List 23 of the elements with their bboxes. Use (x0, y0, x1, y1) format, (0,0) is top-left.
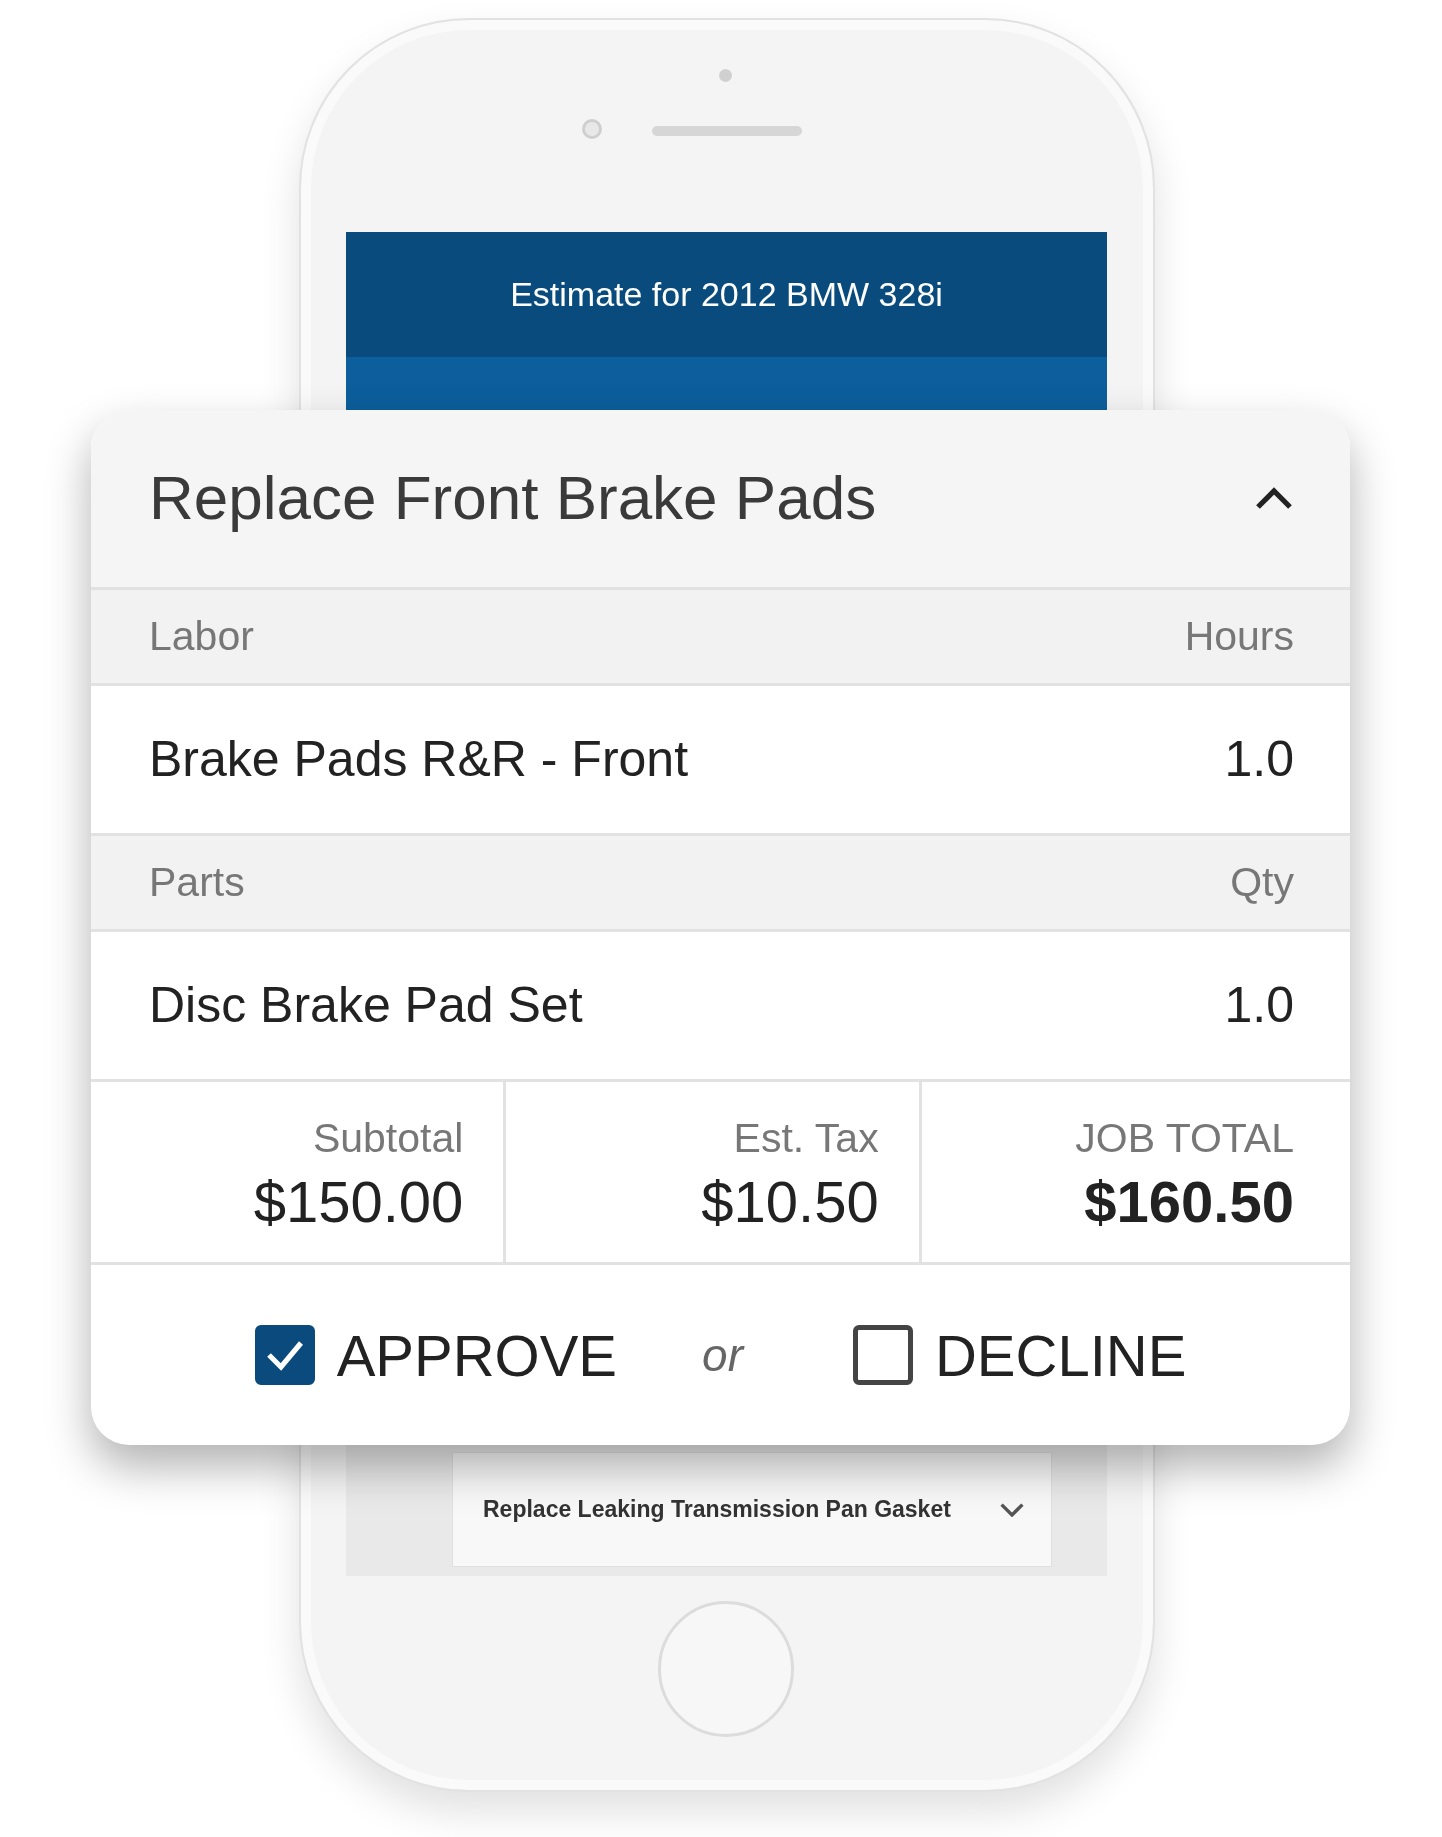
or-label: or (702, 1327, 743, 1383)
item-value: 1.0 (1224, 730, 1294, 789)
total-value: $160.50 (1084, 1169, 1294, 1237)
item-value: 1.0 (1224, 976, 1294, 1035)
total-value: $150.00 (253, 1169, 464, 1237)
item-name: Brake Pads R&R - Front (149, 730, 689, 789)
item-name: Disc Brake Pad Set (149, 976, 583, 1035)
total-value: $10.50 (701, 1169, 879, 1237)
column-label: Hours (1184, 611, 1294, 661)
job-list-item[interactable]: Replace Leaking Transmission Pan Gasket (452, 1452, 1052, 1567)
choice-checkbox[interactable]: APPROVE (254, 1311, 618, 1399)
choice-checkbox[interactable]: DECLINE (852, 1311, 1187, 1399)
column-label: Qty (1230, 857, 1294, 907)
job-title: Replace Front Brake Pads (149, 462, 877, 535)
chevron-icon[interactable] (999, 1501, 1025, 1518)
total-label: JOB TOTAL (1075, 1113, 1294, 1163)
total-label: Est. Tax (733, 1113, 879, 1163)
chevron-icon[interactable] (1254, 486, 1294, 511)
speaker-icon (652, 126, 802, 136)
section-label: Labor (149, 611, 254, 661)
section-label: Parts (149, 857, 245, 907)
screen-title: Estimate for 2012 BMW 328i (510, 274, 943, 315)
total-label: Subtotal (312, 1113, 464, 1163)
